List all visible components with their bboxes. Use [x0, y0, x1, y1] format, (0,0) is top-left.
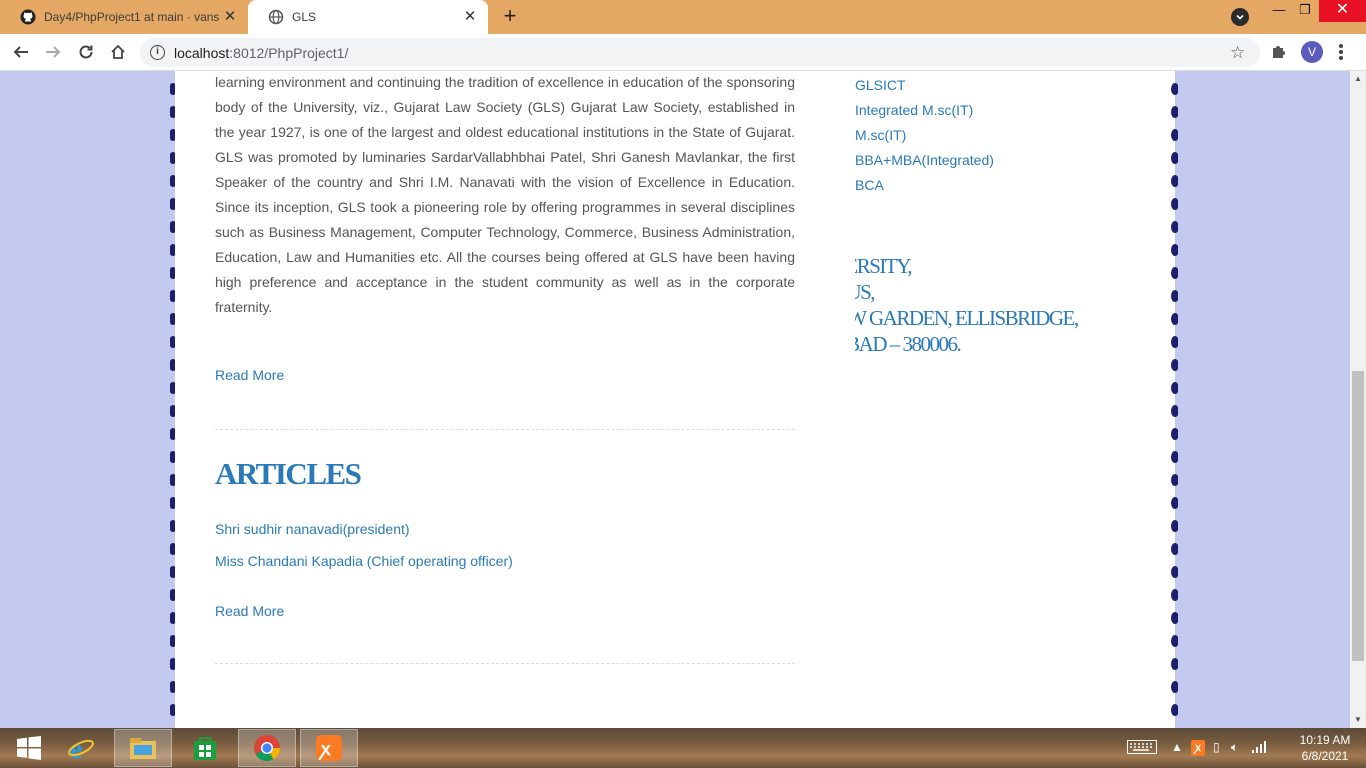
bookmark-star-icon[interactable]: ☆ [1230, 43, 1245, 63]
start-button[interactable] [0, 729, 58, 767]
border-dot [1171, 290, 1178, 302]
browser-toolbar: i localhost:8012/PhpProject1/ ☆ V [0, 34, 1366, 71]
minimize-button[interactable]: — [1265, 0, 1293, 22]
border-dot [1171, 152, 1178, 164]
border-dot [1171, 106, 1178, 118]
clock-date: 6/8/2021 [1301, 749, 1349, 763]
taskbar-clock[interactable]: 10:19 AM 6/8/2021 [1290, 732, 1360, 764]
border-dot [1171, 175, 1178, 187]
divider [215, 663, 795, 664]
course-link-glsict[interactable]: GLSICT [855, 77, 906, 93]
main-column: learning environment and continuing the … [215, 71, 795, 664]
extensions-puzzle-icon[interactable] [1270, 42, 1290, 62]
read-more-articles-link[interactable]: Read More [215, 603, 284, 619]
windows-taskbar: e ꭗ ▲ ꭗ ▯ 🔈︎ 10:19 AM 6/8/2021 [0, 728, 1366, 768]
divider [215, 429, 795, 430]
internet-explorer-icon[interactable]: e [52, 729, 110, 767]
reload-icon[interactable] [74, 40, 98, 64]
page-viewport: learning environment and continuing the … [0, 71, 1350, 728]
profile-avatar[interactable]: V [1301, 41, 1323, 63]
vertical-scrollbar[interactable]: ▲ ▼ [1350, 71, 1366, 728]
tab-strip: Day4/PhpProject1 at main · vansh ✕ GLS ✕… [0, 0, 1366, 34]
course-link-integrated-msc-it[interactable]: Integrated M.sc(IT) [855, 102, 973, 118]
tab-github[interactable]: Day4/PhpProject1 at main · vansh ✕ [0, 0, 248, 34]
border-dot [1171, 83, 1178, 95]
scroll-down-arrow-icon[interactable]: ▼ [1350, 712, 1366, 728]
xampp-icon[interactable]: ꭗ [300, 729, 358, 767]
border-dot [1171, 428, 1178, 440]
chrome-icon[interactable] [238, 729, 296, 767]
file-explorer-icon[interactable] [114, 729, 172, 767]
border-dot [1171, 704, 1178, 716]
address-line: LAW GARDEN, ELLISBRIDGE, [855, 306, 1079, 330]
url-host: localhost [174, 45, 230, 61]
address-block: GLS UNIVERSITY, GLS CAMPUS, LAW GARDEN, … [855, 254, 1155, 364]
chrome-menu-icon[interactable] [1338, 42, 1344, 62]
system-tray: ▲ ꭗ ▯ 🔈︎ [1125, 728, 1285, 768]
github-icon [20, 9, 36, 25]
border-dot [1171, 198, 1178, 210]
course-link-msc-it[interactable]: M.sc(IT) [855, 127, 906, 143]
tab-search-icon[interactable] [1231, 8, 1249, 26]
battery-icon[interactable]: ▯ [1213, 740, 1220, 756]
border-dot [1171, 129, 1178, 141]
address-line: AHMEDABAD – 380006. [855, 332, 962, 356]
address-line: GLS CAMPUS, [855, 280, 876, 304]
articles-heading: ARTICLES [215, 456, 362, 491]
volume-icon[interactable]: 🔈︎ [1231, 740, 1238, 756]
article-link[interactable]: Shri sudhir nanavadi(president) [215, 521, 410, 537]
address-line: GLS UNIVERSITY, [855, 254, 912, 278]
border-dot [1171, 566, 1178, 578]
show-hidden-icons-icon[interactable]: ▲ [1171, 740, 1183, 756]
url-text[interactable]: localhost:8012/PhpProject1/ [174, 45, 348, 61]
new-tab-button[interactable]: + [499, 5, 521, 27]
store-icon[interactable] [176, 729, 234, 767]
border-dot [1171, 520, 1178, 532]
decorative-dot-border-right [1171, 83, 1178, 716]
border-dot [1171, 589, 1178, 601]
address-bar[interactable]: i localhost:8012/PhpProject1/ ☆ [140, 38, 1260, 67]
forward-icon[interactable] [41, 40, 65, 64]
article-link[interactable]: Miss Chandani Kapadia (Chief operating o… [215, 553, 513, 569]
globe-icon [268, 9, 284, 25]
course-link-bca[interactable]: BCA [855, 177, 884, 193]
back-icon[interactable] [9, 40, 33, 64]
tab-title: GLS [292, 10, 317, 24]
border-dot [1171, 221, 1178, 233]
tab-gls[interactable]: GLS ✕ [248, 0, 488, 34]
border-dot [1171, 543, 1178, 555]
border-dot [1171, 405, 1178, 417]
border-dot [1171, 612, 1178, 624]
scroll-up-arrow-icon[interactable]: ▲ [1350, 71, 1366, 87]
xampp-tray-icon[interactable]: ꭗ [1191, 740, 1205, 756]
url-path: :8012/PhpProject1/ [229, 45, 349, 61]
border-dot [1171, 658, 1178, 670]
border-dot [1171, 497, 1178, 509]
border-dot [1171, 474, 1178, 486]
site-info-icon[interactable]: i [150, 45, 165, 60]
close-window-button[interactable]: ✕ [1319, 0, 1366, 22]
border-dot [1171, 681, 1178, 693]
read-more-about-link[interactable]: Read More [215, 367, 284, 383]
clock-time: 10:19 AM [1299, 733, 1351, 747]
border-dot [1171, 244, 1178, 256]
home-icon[interactable] [106, 40, 130, 64]
keyboard-icon[interactable] [1127, 740, 1157, 756]
content-panel: learning environment and continuing the … [175, 71, 1175, 728]
close-tab-icon[interactable]: ✕ [462, 9, 478, 25]
maximize-button[interactable]: ❐ [1291, 0, 1319, 22]
close-tab-icon[interactable]: ✕ [222, 9, 238, 25]
border-dot [1171, 267, 1178, 279]
border-dot [1171, 359, 1178, 371]
border-dot [1171, 635, 1178, 647]
course-link-bba-mba[interactable]: BBA+MBA(Integrated) [855, 152, 994, 168]
border-dot [1171, 451, 1178, 463]
tab-title: Day4/PhpProject1 at main · vansh [44, 10, 219, 24]
scrollbar-thumb[interactable] [1352, 371, 1364, 661]
about-paragraph: learning environment and continuing the … [215, 74, 795, 315]
border-dot [1171, 382, 1178, 394]
network-signal-icon[interactable] [1251, 740, 1267, 756]
border-dot [1171, 336, 1178, 348]
border-dot [1171, 313, 1178, 325]
